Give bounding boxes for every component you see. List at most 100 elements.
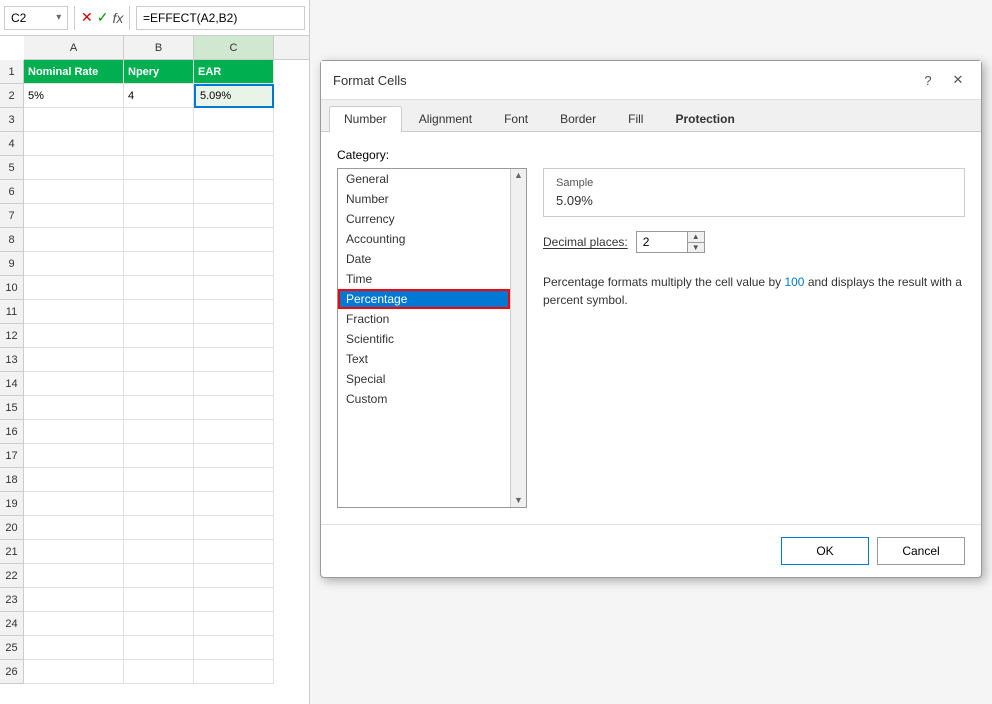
- tab-number[interactable]: Number: [329, 106, 402, 132]
- cell-a8[interactable]: [24, 228, 124, 252]
- category-percentage[interactable]: Percentage: [338, 289, 510, 309]
- cell-a7[interactable]: [24, 204, 124, 228]
- cell-c6[interactable]: [194, 180, 274, 204]
- row-header-16[interactable]: 16: [0, 420, 24, 444]
- cell-c8[interactable]: [194, 228, 274, 252]
- cell-a6[interactable]: [24, 180, 124, 204]
- cell-a12[interactable]: [24, 324, 124, 348]
- tab-border[interactable]: Border: [545, 106, 611, 131]
- cell-a1[interactable]: Nominal Rate: [24, 60, 124, 84]
- row-header-8[interactable]: 8: [0, 228, 24, 252]
- cell-c20[interactable]: [194, 516, 274, 540]
- tab-protection[interactable]: Protection: [660, 106, 749, 131]
- cell-c5[interactable]: [194, 156, 274, 180]
- cell-c7[interactable]: [194, 204, 274, 228]
- row-header-25[interactable]: 25: [0, 636, 24, 660]
- cell-b6[interactable]: [124, 180, 194, 204]
- tab-font[interactable]: Font: [489, 106, 543, 131]
- category-custom[interactable]: Custom: [338, 389, 510, 409]
- cell-b9[interactable]: [124, 252, 194, 276]
- cell-b2[interactable]: 4: [124, 84, 194, 108]
- scroll-down-icon[interactable]: ▼: [514, 496, 523, 505]
- row-header-11[interactable]: 11: [0, 300, 24, 324]
- cell-c2[interactable]: 5.09%: [194, 84, 274, 108]
- cell-b12[interactable]: [124, 324, 194, 348]
- cell-c18[interactable]: [194, 468, 274, 492]
- cell-a21[interactable]: [24, 540, 124, 564]
- cell-a3[interactable]: [24, 108, 124, 132]
- category-scientific[interactable]: Scientific: [338, 329, 510, 349]
- cell-a14[interactable]: [24, 372, 124, 396]
- cell-a2[interactable]: 5%: [24, 84, 124, 108]
- dialog-help-button[interactable]: ?: [917, 69, 939, 91]
- row-header-20[interactable]: 20: [0, 516, 24, 540]
- cell-b23[interactable]: [124, 588, 194, 612]
- row-header-13[interactable]: 13: [0, 348, 24, 372]
- col-header-b[interactable]: B: [124, 36, 194, 59]
- cell-b24[interactable]: [124, 612, 194, 636]
- cell-c11[interactable]: [194, 300, 274, 324]
- cell-a11[interactable]: [24, 300, 124, 324]
- cell-c24[interactable]: [194, 612, 274, 636]
- category-currency[interactable]: Currency: [338, 209, 510, 229]
- category-accounting[interactable]: Accounting: [338, 229, 510, 249]
- cell-a25[interactable]: [24, 636, 124, 660]
- category-text[interactable]: Text: [338, 349, 510, 369]
- cell-c25[interactable]: [194, 636, 274, 660]
- cell-a19[interactable]: [24, 492, 124, 516]
- category-time[interactable]: Time: [338, 269, 510, 289]
- cell-b26[interactable]: [124, 660, 194, 684]
- cell-c4[interactable]: [194, 132, 274, 156]
- row-header-14[interactable]: 14: [0, 372, 24, 396]
- cell-c12[interactable]: [194, 324, 274, 348]
- cell-b22[interactable]: [124, 564, 194, 588]
- row-header-23[interactable]: 23: [0, 588, 24, 612]
- cell-a9[interactable]: [24, 252, 124, 276]
- cell-b10[interactable]: [124, 276, 194, 300]
- cell-a5[interactable]: [24, 156, 124, 180]
- cell-b20[interactable]: [124, 516, 194, 540]
- cell-b14[interactable]: [124, 372, 194, 396]
- cell-b8[interactable]: [124, 228, 194, 252]
- cell-c3[interactable]: [194, 108, 274, 132]
- cell-c10[interactable]: [194, 276, 274, 300]
- category-general[interactable]: General: [338, 169, 510, 189]
- row-header-15[interactable]: 15: [0, 396, 24, 420]
- cell-c17[interactable]: [194, 444, 274, 468]
- row-header-5[interactable]: 5: [0, 156, 24, 180]
- row-header-18[interactable]: 18: [0, 468, 24, 492]
- scroll-up-icon[interactable]: ▲: [514, 171, 523, 180]
- cell-b25[interactable]: [124, 636, 194, 660]
- cell-b4[interactable]: [124, 132, 194, 156]
- cell-a24[interactable]: [24, 612, 124, 636]
- cell-b3[interactable]: [124, 108, 194, 132]
- cell-a15[interactable]: [24, 396, 124, 420]
- row-header-22[interactable]: 22: [0, 564, 24, 588]
- cell-c13[interactable]: [194, 348, 274, 372]
- col-header-c[interactable]: C: [194, 36, 274, 59]
- cancel-formula-icon[interactable]: ✕: [81, 9, 93, 26]
- cell-a26[interactable]: [24, 660, 124, 684]
- row-header-24[interactable]: 24: [0, 612, 24, 636]
- cell-ref-dropdown-icon[interactable]: ▾: [56, 12, 61, 23]
- cell-b16[interactable]: [124, 420, 194, 444]
- cell-reference-box[interactable]: C2 ▾: [4, 6, 68, 30]
- cell-a17[interactable]: [24, 444, 124, 468]
- row-header-4[interactable]: 4: [0, 132, 24, 156]
- confirm-formula-icon[interactable]: ✓: [97, 9, 109, 26]
- decimal-increment-button[interactable]: ▲: [688, 232, 704, 243]
- formula-input[interactable]: [136, 6, 305, 30]
- row-header-21[interactable]: 21: [0, 540, 24, 564]
- cell-c26[interactable]: [194, 660, 274, 684]
- decimal-decrement-button[interactable]: ▼: [688, 243, 704, 253]
- cell-c9[interactable]: [194, 252, 274, 276]
- cell-b7[interactable]: [124, 204, 194, 228]
- cell-c21[interactable]: [194, 540, 274, 564]
- cell-a22[interactable]: [24, 564, 124, 588]
- cell-c22[interactable]: [194, 564, 274, 588]
- cell-c15[interactable]: [194, 396, 274, 420]
- cell-c19[interactable]: [194, 492, 274, 516]
- col-header-a[interactable]: A: [24, 36, 124, 59]
- row-header-26[interactable]: 26: [0, 660, 24, 684]
- row-header-7[interactable]: 7: [0, 204, 24, 228]
